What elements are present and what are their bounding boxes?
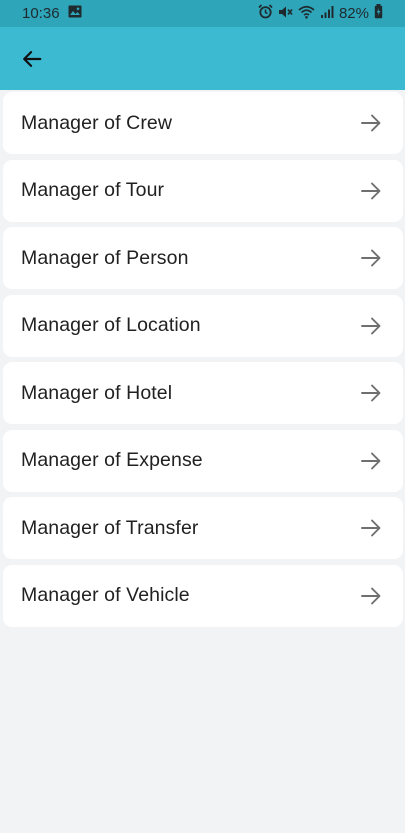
arrow-right-icon	[361, 249, 381, 267]
list-item-label: Manager of Crew	[21, 111, 173, 134]
list-item-tour[interactable]: Manager of Tour	[3, 159, 403, 222]
alarm-icon	[258, 4, 273, 23]
arrow-right-icon	[361, 114, 381, 132]
list-item-vehicle[interactable]: Manager of Vehicle	[3, 564, 403, 627]
status-left: 10:36	[22, 5, 82, 22]
arrow-left-icon	[23, 50, 42, 67]
list-item-expense[interactable]: Manager of Expense	[3, 429, 403, 492]
list-item-label: Manager of Transfer	[21, 516, 199, 539]
signal-icon	[320, 5, 334, 23]
battery-percent: 82%	[338, 5, 369, 22]
list-item-label: Manager of Person	[21, 246, 189, 269]
arrow-right-icon	[361, 317, 381, 334]
list-item-location[interactable]: Manager of Location	[3, 294, 403, 357]
list-item-label: Manager of Location	[21, 314, 201, 336]
arrow-right-icon	[361, 452, 381, 469]
image-icon	[68, 5, 82, 22]
arrow-right-icon	[361, 519, 381, 537]
wifi-icon	[298, 5, 315, 23]
app-bar	[0, 27, 405, 90]
arrow-right-icon	[361, 587, 381, 604]
status-right: 82%	[258, 4, 383, 23]
mute-icon	[278, 5, 293, 23]
list-item-transfer[interactable]: Manager of Transfer	[3, 497, 403, 559]
list-item-person[interactable]: Manager of Person	[3, 227, 403, 289]
status-time: 10:36	[22, 5, 60, 22]
battery-icon	[374, 4, 383, 23]
manager-list: Manager of Crew Manager of Tour Manager …	[3, 92, 403, 632]
list-item-label: Manager of Hotel	[21, 381, 173, 404]
list-item-crew[interactable]: Manager of Crew	[3, 92, 403, 154]
arrow-right-icon	[361, 384, 381, 402]
list-item-label: Manager of Vehicle	[21, 584, 190, 606]
list-item-label: Manager of Expense	[21, 449, 203, 471]
list-item-hotel[interactable]: Manager of Hotel	[3, 362, 403, 424]
list-item-label: Manager of Tour	[21, 179, 165, 201]
status-bar: 10:36 82%	[0, 0, 405, 27]
arrow-right-icon	[361, 182, 381, 199]
back-button[interactable]	[18, 45, 46, 73]
